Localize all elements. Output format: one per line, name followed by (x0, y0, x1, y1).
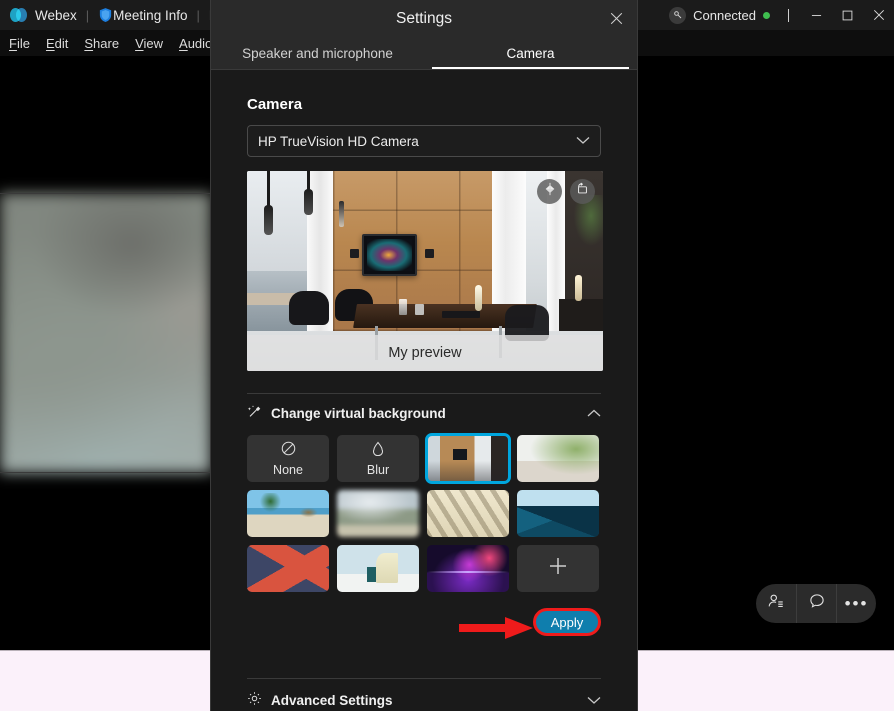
window-right-controls: Connected (663, 0, 894, 30)
dialog-close-button[interactable] (601, 3, 631, 33)
virtual-background-section-header[interactable]: Change virtual background (247, 393, 601, 423)
advanced-settings-header[interactable]: Advanced Settings (247, 678, 601, 711)
key-icon (669, 6, 687, 24)
background-option-add[interactable] (517, 545, 599, 592)
status-dot (763, 11, 770, 19)
webex-meeting-window: ••• Webex | Meeting Info | H C (0, 0, 894, 711)
red-arrow-annotation (459, 616, 535, 640)
virtual-background-grid: None Blur (247, 433, 601, 592)
mirror-video-icon (543, 182, 557, 201)
no-background-icon (280, 440, 297, 462)
dialog-title: Settings (395, 10, 452, 27)
menu-file[interactable]: File (9, 36, 30, 51)
background-option-blur-label: Blur (366, 462, 390, 477)
participants-button[interactable] (756, 584, 796, 623)
background-option-pastel-room[interactable] (337, 545, 419, 592)
advanced-settings-title: Advanced Settings (271, 693, 393, 708)
apply-row: Apply (247, 608, 601, 648)
camera-device-select[interactable]: HP TrueVision HD Camera (247, 125, 601, 157)
title-separator-1: | (85, 7, 90, 23)
tab-speaker-label: Speaker and microphone (242, 46, 393, 61)
chevron-down-icon (576, 132, 590, 150)
chat-icon (808, 592, 826, 615)
blur-drop-icon (371, 441, 385, 462)
camera-device-value: HP TrueVision HD Camera (258, 133, 419, 149)
dialog-body: Camera HP TrueVision HD Camera My previe… (211, 70, 637, 711)
background-option-beach[interactable] (247, 490, 329, 537)
participants-icon (767, 592, 785, 615)
chevron-up-icon[interactable] (587, 405, 601, 423)
shield-icon (98, 7, 113, 23)
background-option-space[interactable] (427, 545, 509, 592)
more-options-icon: ••• (844, 593, 869, 613)
menu-view[interactable]: View (135, 36, 163, 51)
menu-edit[interactable]: Edit (46, 36, 68, 51)
camera-section-heading: Camera (247, 96, 303, 113)
maximize-button[interactable] (832, 0, 863, 30)
plus-icon (546, 554, 570, 583)
close-button[interactable] (863, 0, 894, 30)
dialog-header: Settings (211, 0, 637, 38)
preview-label: My preview (247, 335, 603, 371)
background-option-living-room[interactable] (517, 435, 599, 482)
background-option-mountains[interactable] (517, 490, 599, 537)
connection-status[interactable]: Connected (663, 6, 776, 24)
gear-icon (247, 691, 262, 711)
virtual-background-title: Change virtual background (271, 406, 446, 421)
menu-share[interactable]: Share (84, 36, 119, 51)
rotate-camera-icon (575, 182, 590, 201)
background-option-blur[interactable]: Blur (337, 435, 419, 482)
background-option-geometric[interactable] (247, 545, 329, 592)
chat-button[interactable] (796, 584, 836, 623)
tab-speaker-and-microphone[interactable]: Speaker and microphone (211, 38, 424, 69)
brand-label: Webex (35, 7, 77, 23)
controls-divider (788, 8, 789, 22)
webex-brand: Webex (0, 8, 77, 23)
preview-buttons (537, 179, 595, 204)
webex-logo-icon (10, 8, 28, 22)
apply-button[interactable]: Apply (533, 608, 601, 636)
background-option-blinds[interactable] (427, 490, 509, 537)
apply-button-label: Apply (550, 614, 584, 630)
camera-preview: My preview (247, 171, 603, 371)
meeting-info-label[interactable]: Meeting Info (113, 8, 187, 23)
tab-camera-label: Camera (506, 46, 555, 61)
background-option-none-label: None (273, 463, 303, 477)
self-view-frame (0, 193, 211, 473)
meeting-controls: ••• (756, 584, 876, 623)
rotate-camera-button[interactable] (570, 179, 595, 204)
mirror-video-button[interactable] (537, 179, 562, 204)
magic-wand-icon (247, 404, 262, 424)
tab-camera[interactable]: Camera (424, 38, 637, 69)
background-option-blurred-landscape[interactable] (337, 490, 419, 537)
settings-dialog: Settings Speaker and microphone Camera C… (210, 0, 638, 711)
background-option-none[interactable]: None (247, 435, 329, 482)
background-option-office[interactable] (425, 433, 511, 484)
chevron-down-icon[interactable] (587, 692, 601, 710)
minimize-button[interactable] (801, 0, 832, 30)
more-options-button[interactable]: ••• (836, 584, 876, 623)
connection-label: Connected (693, 7, 756, 23)
title-separator-2: | (196, 7, 200, 23)
dialog-tabs: Speaker and microphone Camera (211, 38, 637, 70)
